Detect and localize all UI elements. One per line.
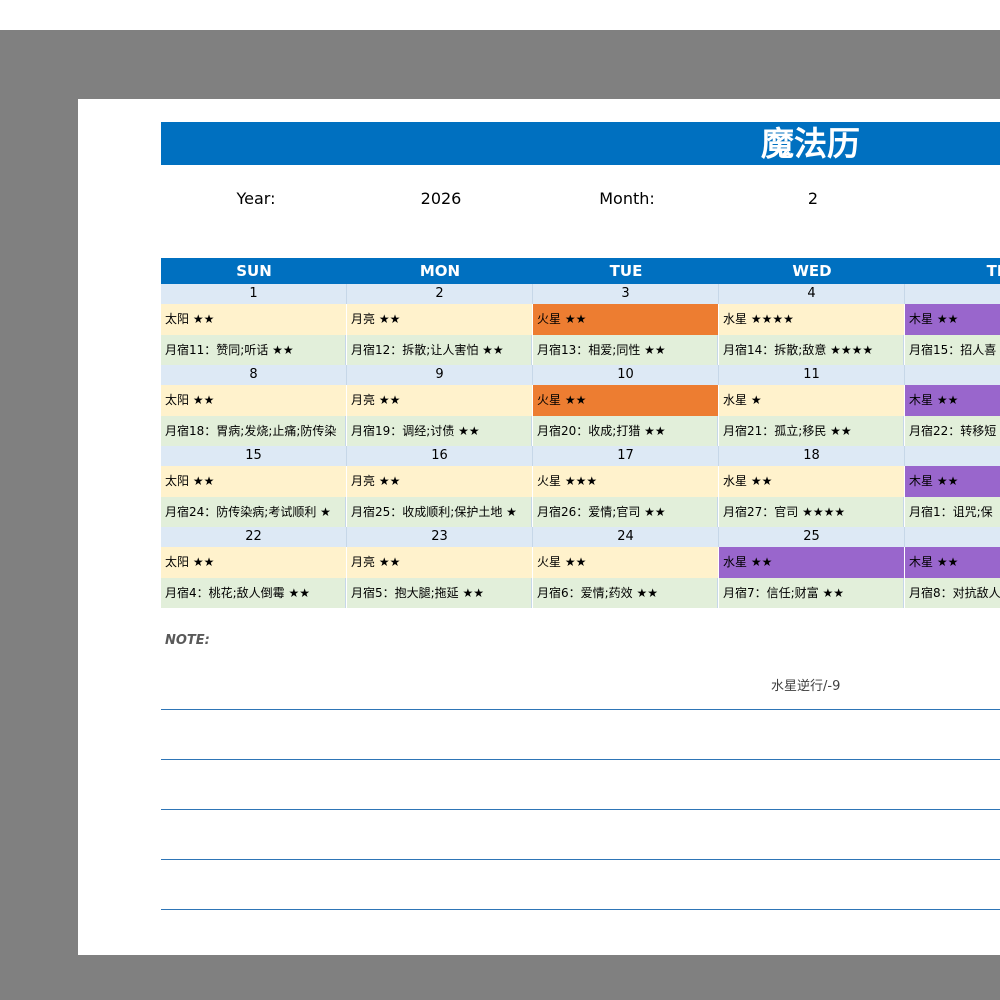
day-number: 9 bbox=[347, 365, 533, 385]
lunar-mansion-entry: 月宿8：对抗敌人 bbox=[905, 578, 1000, 608]
lunar-mansion-entry: 月宿22：转移短 bbox=[905, 416, 1000, 446]
lunar-mansion-entry: 月宿18：胃病;发烧;止痛;防传染 bbox=[161, 416, 346, 446]
lunar-mansion-entry: 月宿20：收成;打猎 ★★ bbox=[533, 416, 718, 446]
lunar-mansion-entry: 月宿11：赞同;听话 ★★ bbox=[161, 335, 346, 365]
weekday-sun: SUN bbox=[236, 262, 272, 280]
lunar-mansion-entry: 月宿13：相爱;同性 ★★ bbox=[533, 335, 718, 365]
lunar-mansion-entry: 月宿6：爱情;药效 ★★ bbox=[533, 578, 718, 608]
month-value[interactable]: 2 bbox=[763, 186, 863, 212]
weekday-tue: TUE bbox=[609, 262, 643, 280]
day-number: 4 bbox=[719, 284, 905, 304]
lunar-mansion-entry: 月宿4：桃花;敌人倒霉 ★★ bbox=[161, 578, 346, 608]
planet-entry: 太阳 ★★ bbox=[161, 466, 346, 497]
day-number: 23 bbox=[347, 527, 533, 547]
planet-entry: 月亮 ★★ bbox=[347, 304, 532, 335]
weekday-header-row: SUN MON TUE WED TH bbox=[161, 258, 1000, 284]
planet-entry: 水星 ★★ bbox=[719, 466, 904, 497]
lunar-mansion-entry: 月宿12：拆散;让人害怕 ★★ bbox=[347, 335, 532, 365]
lunar-mansion-entry: 月宿5：抱大腿;拖延 ★★ bbox=[347, 578, 532, 608]
day-number: 11 bbox=[719, 365, 905, 385]
planet-entry: 火星 ★★ bbox=[533, 547, 718, 578]
lunar-mansion-entry: 月宿7：信任;财富 ★★ bbox=[719, 578, 904, 608]
lunar-mansion-entry: 月宿27：官司 ★★★★ bbox=[719, 497, 904, 527]
note-line bbox=[161, 759, 1000, 760]
lunar-mansion-entry: 月宿1：诅咒;保 bbox=[905, 497, 1000, 527]
day-number: 3 bbox=[533, 284, 719, 304]
planet-entry: 木星 ★★ bbox=[905, 547, 1000, 578]
planet-entry: 月亮 ★★ bbox=[347, 547, 532, 578]
note-label: NOTE: bbox=[165, 633, 210, 648]
day-number: 5 bbox=[905, 284, 1000, 304]
planet-entry: 太阳 ★★ bbox=[161, 385, 346, 416]
planet-entry: 木星 ★★ bbox=[905, 385, 1000, 416]
lunar-mansion-entry: 月宿19：调经;讨债 ★★ bbox=[347, 416, 532, 446]
lunar-mansion-entry: 月宿25：收成顺利;保护土地 ★ bbox=[347, 497, 532, 527]
lunar-mansion-entry: 月宿21：孤立;移民 ★★ bbox=[719, 416, 904, 446]
day-number: 17 bbox=[533, 446, 719, 466]
planet-entry: 火星 ★★★ bbox=[533, 466, 718, 497]
title-bar: 魔法历 bbox=[161, 122, 1000, 165]
lunar-mansion-entry: 月宿14：拆散;敌意 ★★★★ bbox=[719, 335, 904, 365]
planet-entry: 水星 ★★★★ bbox=[719, 304, 904, 335]
planet-entry: 火星 ★★ bbox=[533, 385, 718, 416]
planet-entry: 太阳 ★★ bbox=[161, 547, 346, 578]
lunar-mansion-entry: 月宿26：爱情;官司 ★★ bbox=[533, 497, 718, 527]
day-number: 1 bbox=[905, 446, 1000, 466]
weekday-mon: MON bbox=[419, 262, 461, 280]
planet-entry: 木星 ★★ bbox=[905, 304, 1000, 335]
day-number: 16 bbox=[347, 446, 533, 466]
planet-entry: 月亮 ★★ bbox=[347, 385, 532, 416]
day-number: 1 bbox=[905, 365, 1000, 385]
planet-entry: 太阳 ★★ bbox=[161, 304, 346, 335]
day-number: 8 bbox=[161, 365, 347, 385]
month-label: Month: bbox=[599, 189, 655, 208]
day-number: 24 bbox=[533, 527, 719, 547]
day-number: 25 bbox=[719, 527, 905, 547]
page-title: 魔法历 bbox=[761, 124, 860, 163]
lunar-mansion-entry: 月宿15：招人喜 bbox=[905, 335, 1000, 365]
weekday-thu: TH bbox=[986, 262, 1000, 280]
planet-entry: 月亮 ★★ bbox=[347, 466, 532, 497]
day-number: 15 bbox=[161, 446, 347, 466]
day-number: 22 bbox=[161, 527, 347, 547]
note-line bbox=[161, 809, 1000, 810]
day-number: 10 bbox=[533, 365, 719, 385]
planet-entry: 水星 ★★ bbox=[719, 547, 904, 578]
planet-entry: 水星 ★ bbox=[719, 385, 904, 416]
note-text[interactable]: 水星逆行/-9 bbox=[771, 675, 840, 694]
day-number: 2 bbox=[347, 284, 533, 304]
day-number: 18 bbox=[719, 446, 905, 466]
spreadsheet-page: 魔法历 Year: 2026 Month: 2 SUN MON TUE WED … bbox=[78, 99, 1000, 955]
day-number: 2 bbox=[905, 527, 1000, 547]
note-line bbox=[161, 909, 1000, 910]
weekday-wed: WED bbox=[792, 262, 832, 280]
year-label: Year: bbox=[236, 189, 276, 208]
planet-entry: 火星 ★★ bbox=[533, 304, 718, 335]
note-line bbox=[161, 709, 1000, 710]
note-line bbox=[161, 859, 1000, 860]
lunar-mansion-entry: 月宿24：防传染病;考试顺利 ★ bbox=[161, 497, 346, 527]
year-value[interactable]: 2026 bbox=[391, 186, 491, 212]
planet-entry: 木星 ★★ bbox=[905, 466, 1000, 497]
day-number: 1 bbox=[161, 284, 347, 304]
